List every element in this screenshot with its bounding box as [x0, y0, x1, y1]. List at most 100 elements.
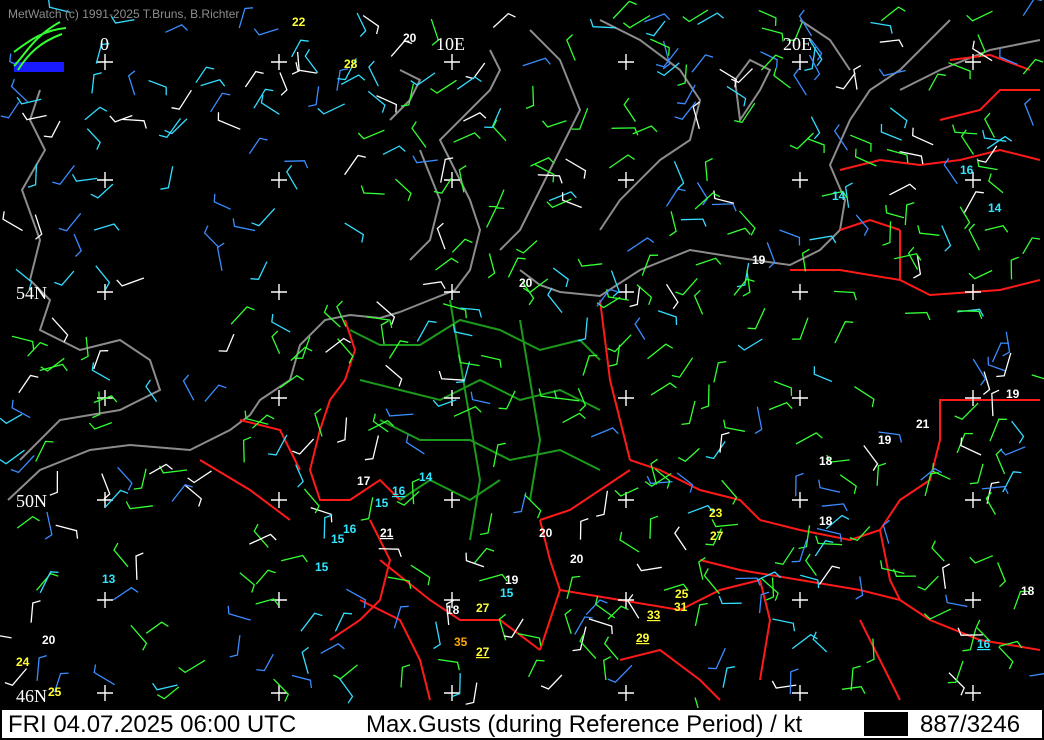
wind-barb: [253, 28, 279, 36]
wind-barb: [93, 350, 109, 370]
gust-value-label: 16: [977, 637, 991, 651]
wind-barb: [675, 277, 698, 296]
wind-barb: [607, 605, 629, 620]
wind-barb: [145, 621, 169, 634]
state-border-segment: [349, 318, 601, 361]
wind-barb: [84, 106, 108, 121]
wind-barb: [412, 155, 438, 164]
wind-barb: [507, 257, 526, 278]
wind-barb: [812, 631, 828, 653]
wind-barb: [250, 261, 268, 280]
wind-barb: [957, 627, 983, 636]
gust-value-label: 28: [344, 57, 358, 71]
wind-barb: [771, 680, 797, 689]
wind-barb: [465, 682, 478, 705]
wind-barb: [962, 627, 977, 652]
gust-value-label: 13: [102, 572, 116, 586]
datetime-text: FRI 04.07.2025 06:00 UTC: [8, 711, 297, 738]
wind-barb: [158, 465, 188, 474]
wind-barb: [711, 203, 737, 212]
wind-barb: [438, 658, 460, 671]
wind-barb: [516, 240, 538, 254]
wind-barb: [795, 432, 823, 445]
wind-barb: [855, 576, 864, 600]
wind-barb: [39, 363, 68, 372]
wind-barb: [657, 310, 678, 326]
wind-barb: [577, 258, 603, 267]
graticule-cross: [792, 390, 808, 406]
wind-barb: [611, 127, 639, 136]
wind-barb: [572, 626, 587, 652]
wind-barb: [524, 494, 542, 519]
wind-barb: [885, 204, 905, 219]
wind-barb: [244, 70, 264, 88]
coastline-segment: [19, 89, 162, 461]
graticule-cross: [792, 492, 808, 508]
wind-barb: [907, 246, 919, 271]
wind-barb: [35, 440, 54, 462]
wind-barb: [248, 137, 268, 155]
wind-barb: [58, 212, 82, 232]
wind-barb: [835, 72, 856, 90]
wind-barb: [360, 185, 385, 195]
wind-barb: [747, 307, 766, 330]
wind-barb: [16, 515, 40, 529]
wind-barb: [430, 79, 457, 94]
wind-barb: [691, 54, 714, 73]
wind-barb: [281, 554, 308, 563]
wind-barb: [239, 572, 256, 593]
wind-barb: [367, 90, 386, 113]
wind-barb: [400, 664, 411, 688]
wind-barb: [1024, 98, 1034, 126]
wind-barb: [473, 547, 495, 564]
wind-barb: [998, 646, 1014, 670]
wind-barb: [291, 674, 313, 689]
wind-barb: [249, 533, 277, 545]
wind-barb: [727, 227, 751, 235]
wind-barb: [195, 66, 215, 84]
wind-barb: [217, 112, 241, 130]
wind-barb: [650, 382, 677, 396]
wind-barb: [317, 103, 345, 115]
wind-barb: [537, 174, 563, 184]
gust-value-label: 27: [710, 529, 724, 543]
wind-barb: [488, 189, 505, 208]
wind-barb: [876, 462, 887, 486]
wind-barb: [818, 565, 841, 585]
wind-barb: [957, 310, 983, 320]
wind-barb: [821, 503, 848, 512]
wind-barb: [230, 306, 255, 325]
wind-barb: [344, 154, 366, 176]
wind-barb: [704, 157, 713, 182]
wind-barb: [487, 253, 496, 279]
wind-barb: [334, 612, 353, 632]
wind-barb: [410, 564, 431, 586]
state-border-segment: [379, 419, 601, 471]
status-bar: FRI 04.07.2025 06:00 UTC Max.Gusts (duri…: [0, 708, 1044, 740]
wind-barb: [850, 134, 872, 152]
wind-barb: [1022, 58, 1044, 75]
wind-barb: [989, 418, 1007, 442]
wind-barb: [279, 374, 304, 389]
wind-barb: [773, 67, 791, 89]
wind-barb: [834, 321, 854, 344]
wind-barb: [792, 317, 809, 340]
gust-value-label: 20: [42, 633, 56, 647]
wind-barb: [530, 157, 555, 167]
wind-barb: [984, 112, 996, 138]
wind-barb: [632, 125, 658, 135]
wind-barb: [813, 366, 833, 383]
wind-barb: [854, 386, 875, 408]
wind-barb: [127, 70, 136, 96]
wind-barb: [438, 370, 465, 381]
wind-barb: [987, 356, 1007, 372]
wind-barb: [623, 97, 637, 122]
wind-barb: [210, 92, 231, 113]
wind-barb: [917, 575, 939, 591]
wind-barb: [904, 201, 915, 226]
gust-value-label: 18: [819, 514, 833, 528]
wind-barb: [333, 664, 358, 680]
wind-barb: [646, 20, 666, 37]
wind-barb: [882, 519, 890, 544]
wind-barb: [966, 10, 993, 22]
